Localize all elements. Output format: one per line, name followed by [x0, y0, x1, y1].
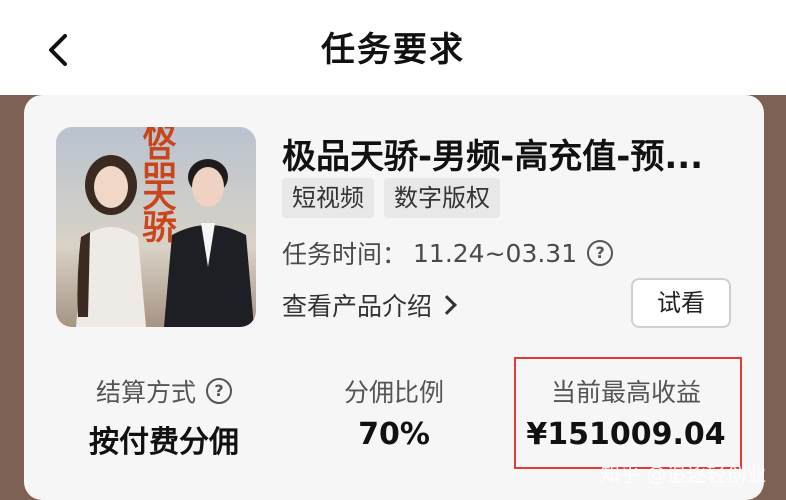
tag-digital-copyright: 数字版权 — [384, 178, 500, 218]
settlement-value: 按付费分佣 — [89, 425, 239, 460]
task-time-value: 11.24~03.31 — [413, 238, 578, 268]
poster-title-text: 极品天骄 — [136, 127, 176, 244]
commission-label: 分佣比例 — [343, 378, 444, 407]
earnings-value: ¥151009.04 — [526, 417, 726, 452]
view-product-intro-label: 查看产品介绍 — [282, 292, 433, 321]
top-nav-bar: 任务要求 — [0, 0, 786, 95]
page-title: 任务要求 — [321, 30, 465, 70]
help-icon[interactable]: ? — [587, 240, 614, 266]
commission-value: 70% — [358, 417, 430, 452]
view-product-intro-link[interactable]: 查看产品介绍 — [282, 287, 457, 323]
try-watch-button[interactable]: 试看 — [631, 278, 731, 328]
tag-short-video: 短视频 — [282, 178, 374, 218]
earnings-label: 当前最高收益 — [550, 378, 701, 407]
watermark: 知乎 @追逐轻创业 — [600, 462, 767, 486]
task-time-label: 任务时间： — [282, 240, 408, 269]
product-poster[interactable]: 极品天骄 — [56, 127, 256, 327]
task-time-row: 任务时间： 11.24~03.31 ? — [282, 235, 614, 271]
settlement-label-row: 结算方式 ? — [64, 373, 264, 409]
task-card: 极品天骄 极品天骄-男频-高充值-预... 短视频 数字版权 任务时间： 11.… — [24, 95, 764, 500]
chevron-right-icon — [437, 295, 457, 315]
settlement-help-icon[interactable]: ? — [206, 378, 232, 404]
settlement-label: 结算方式 — [95, 378, 196, 407]
product-title[interactable]: 极品天骄-男频-高充值-预... — [282, 129, 742, 178]
